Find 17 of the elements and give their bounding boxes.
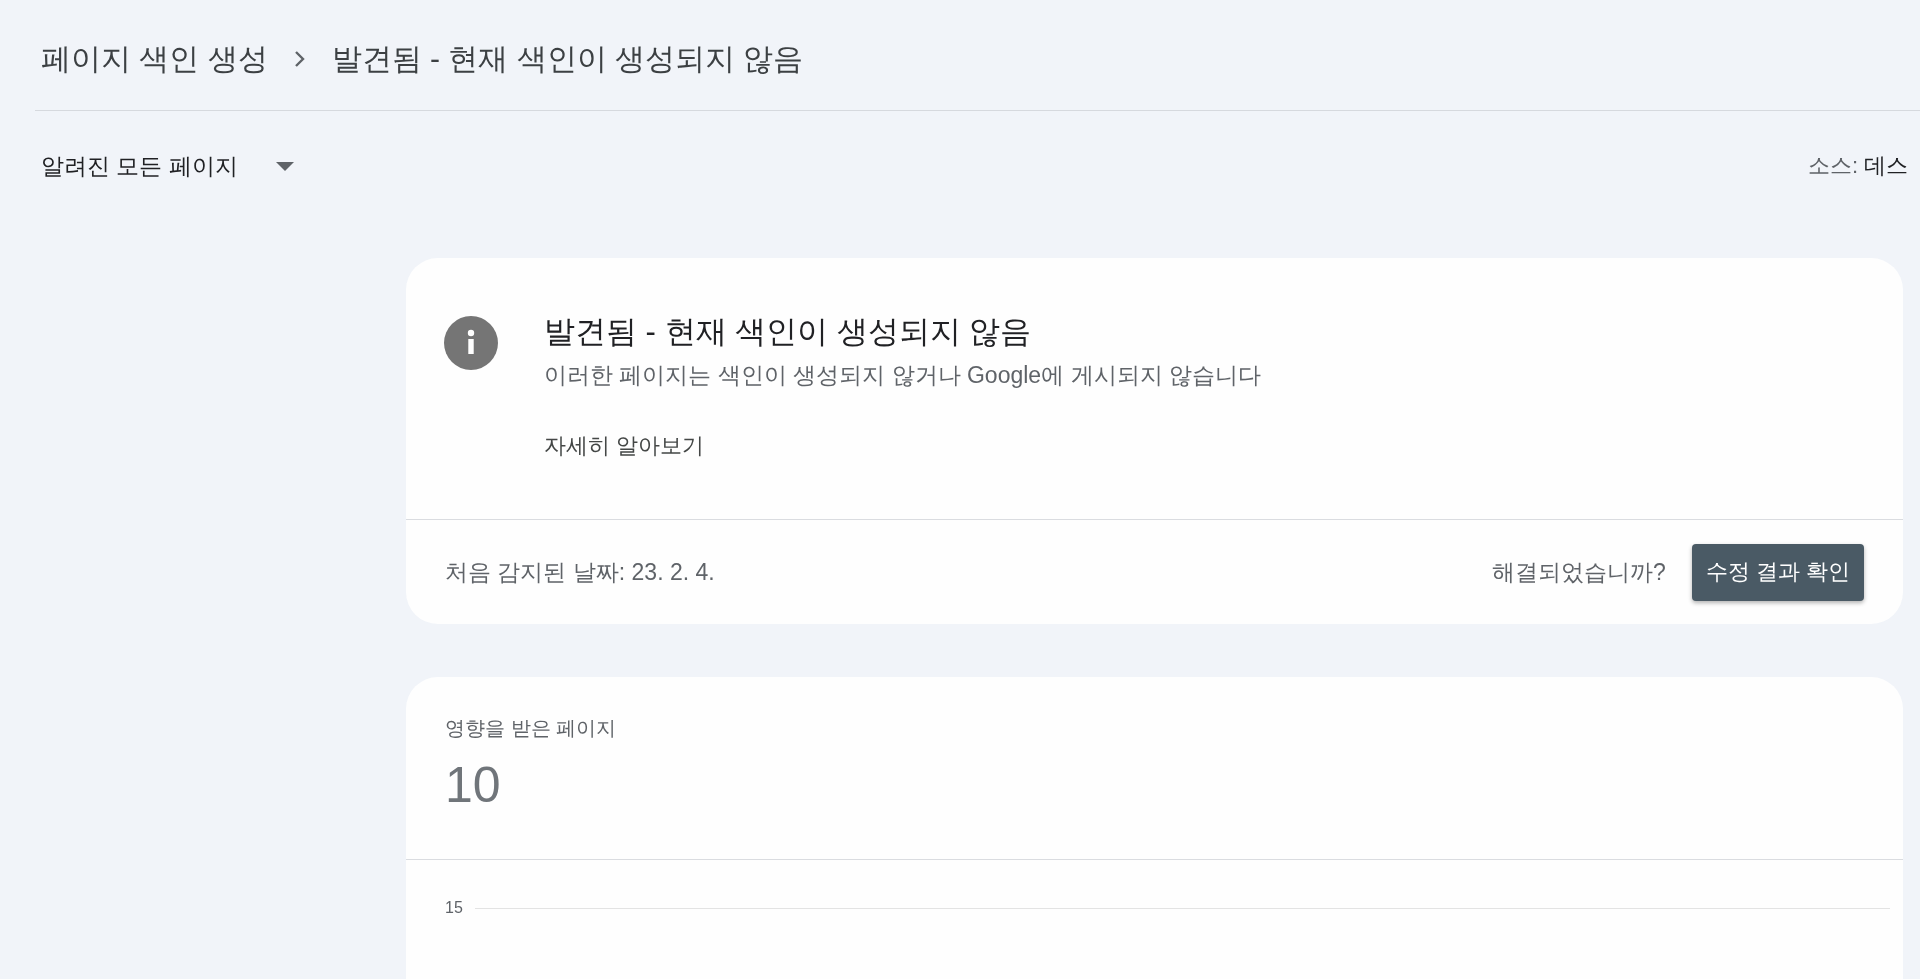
axis-tick-label: 15 bbox=[445, 898, 463, 918]
page-filter-dropdown[interactable]: 알려진 모든 페이지 bbox=[41, 150, 294, 182]
first-detected-date: 처음 감지된 날짜: 23. 2. 4. bbox=[445, 557, 716, 587]
info-icon bbox=[444, 316, 498, 370]
issue-title: 발견됨 - 현재 색인이 생성되지 않음 bbox=[544, 314, 1032, 350]
breadcrumb-item[interactable]: 페이지 색인 생성 bbox=[41, 38, 268, 80]
chevron-right-icon bbox=[293, 50, 306, 68]
affected-pages-label: 영향을 받은 페이지 bbox=[445, 716, 617, 741]
validate-fix-button[interactable]: 수정 결과 확인 bbox=[1691, 543, 1864, 601]
source-label: 소스: bbox=[1807, 152, 1858, 180]
caret-down-icon bbox=[275, 161, 294, 171]
resolved-question: 해결되었습니까? bbox=[1491, 557, 1666, 587]
affected-pages-count: 10 bbox=[445, 757, 501, 813]
breadcrumb-item: 발견됨 - 현재 색인이 생성되지 않음 bbox=[331, 40, 804, 77]
learn-more-link[interactable]: 자세히 알아보기 bbox=[544, 431, 705, 461]
source-value[interactable]: 데스 bbox=[1864, 151, 1908, 181]
issue-description: 이러한 페이지는 색인이 생성되지 않거나 Google에 게시되지 않습니다 bbox=[544, 361, 1261, 390]
